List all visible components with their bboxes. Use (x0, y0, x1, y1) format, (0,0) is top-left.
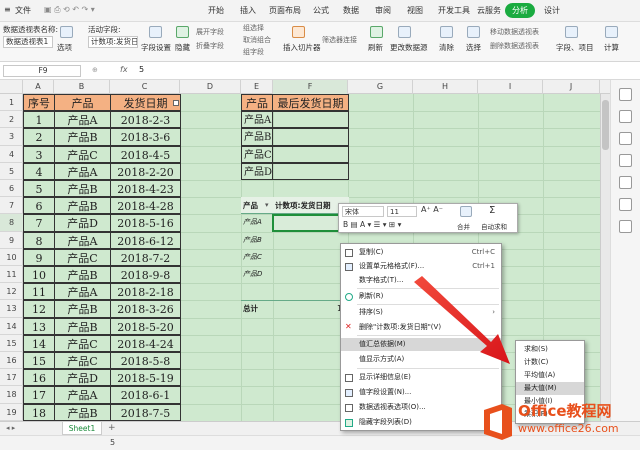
watermark-title: Office教程网 (518, 402, 612, 420)
office-logo-icon (484, 404, 512, 440)
watermark-url: www.office26.com (518, 422, 619, 435)
red-arrow-annotation (414, 276, 510, 364)
watermark: Office教程网 www.office26.com (478, 396, 640, 450)
